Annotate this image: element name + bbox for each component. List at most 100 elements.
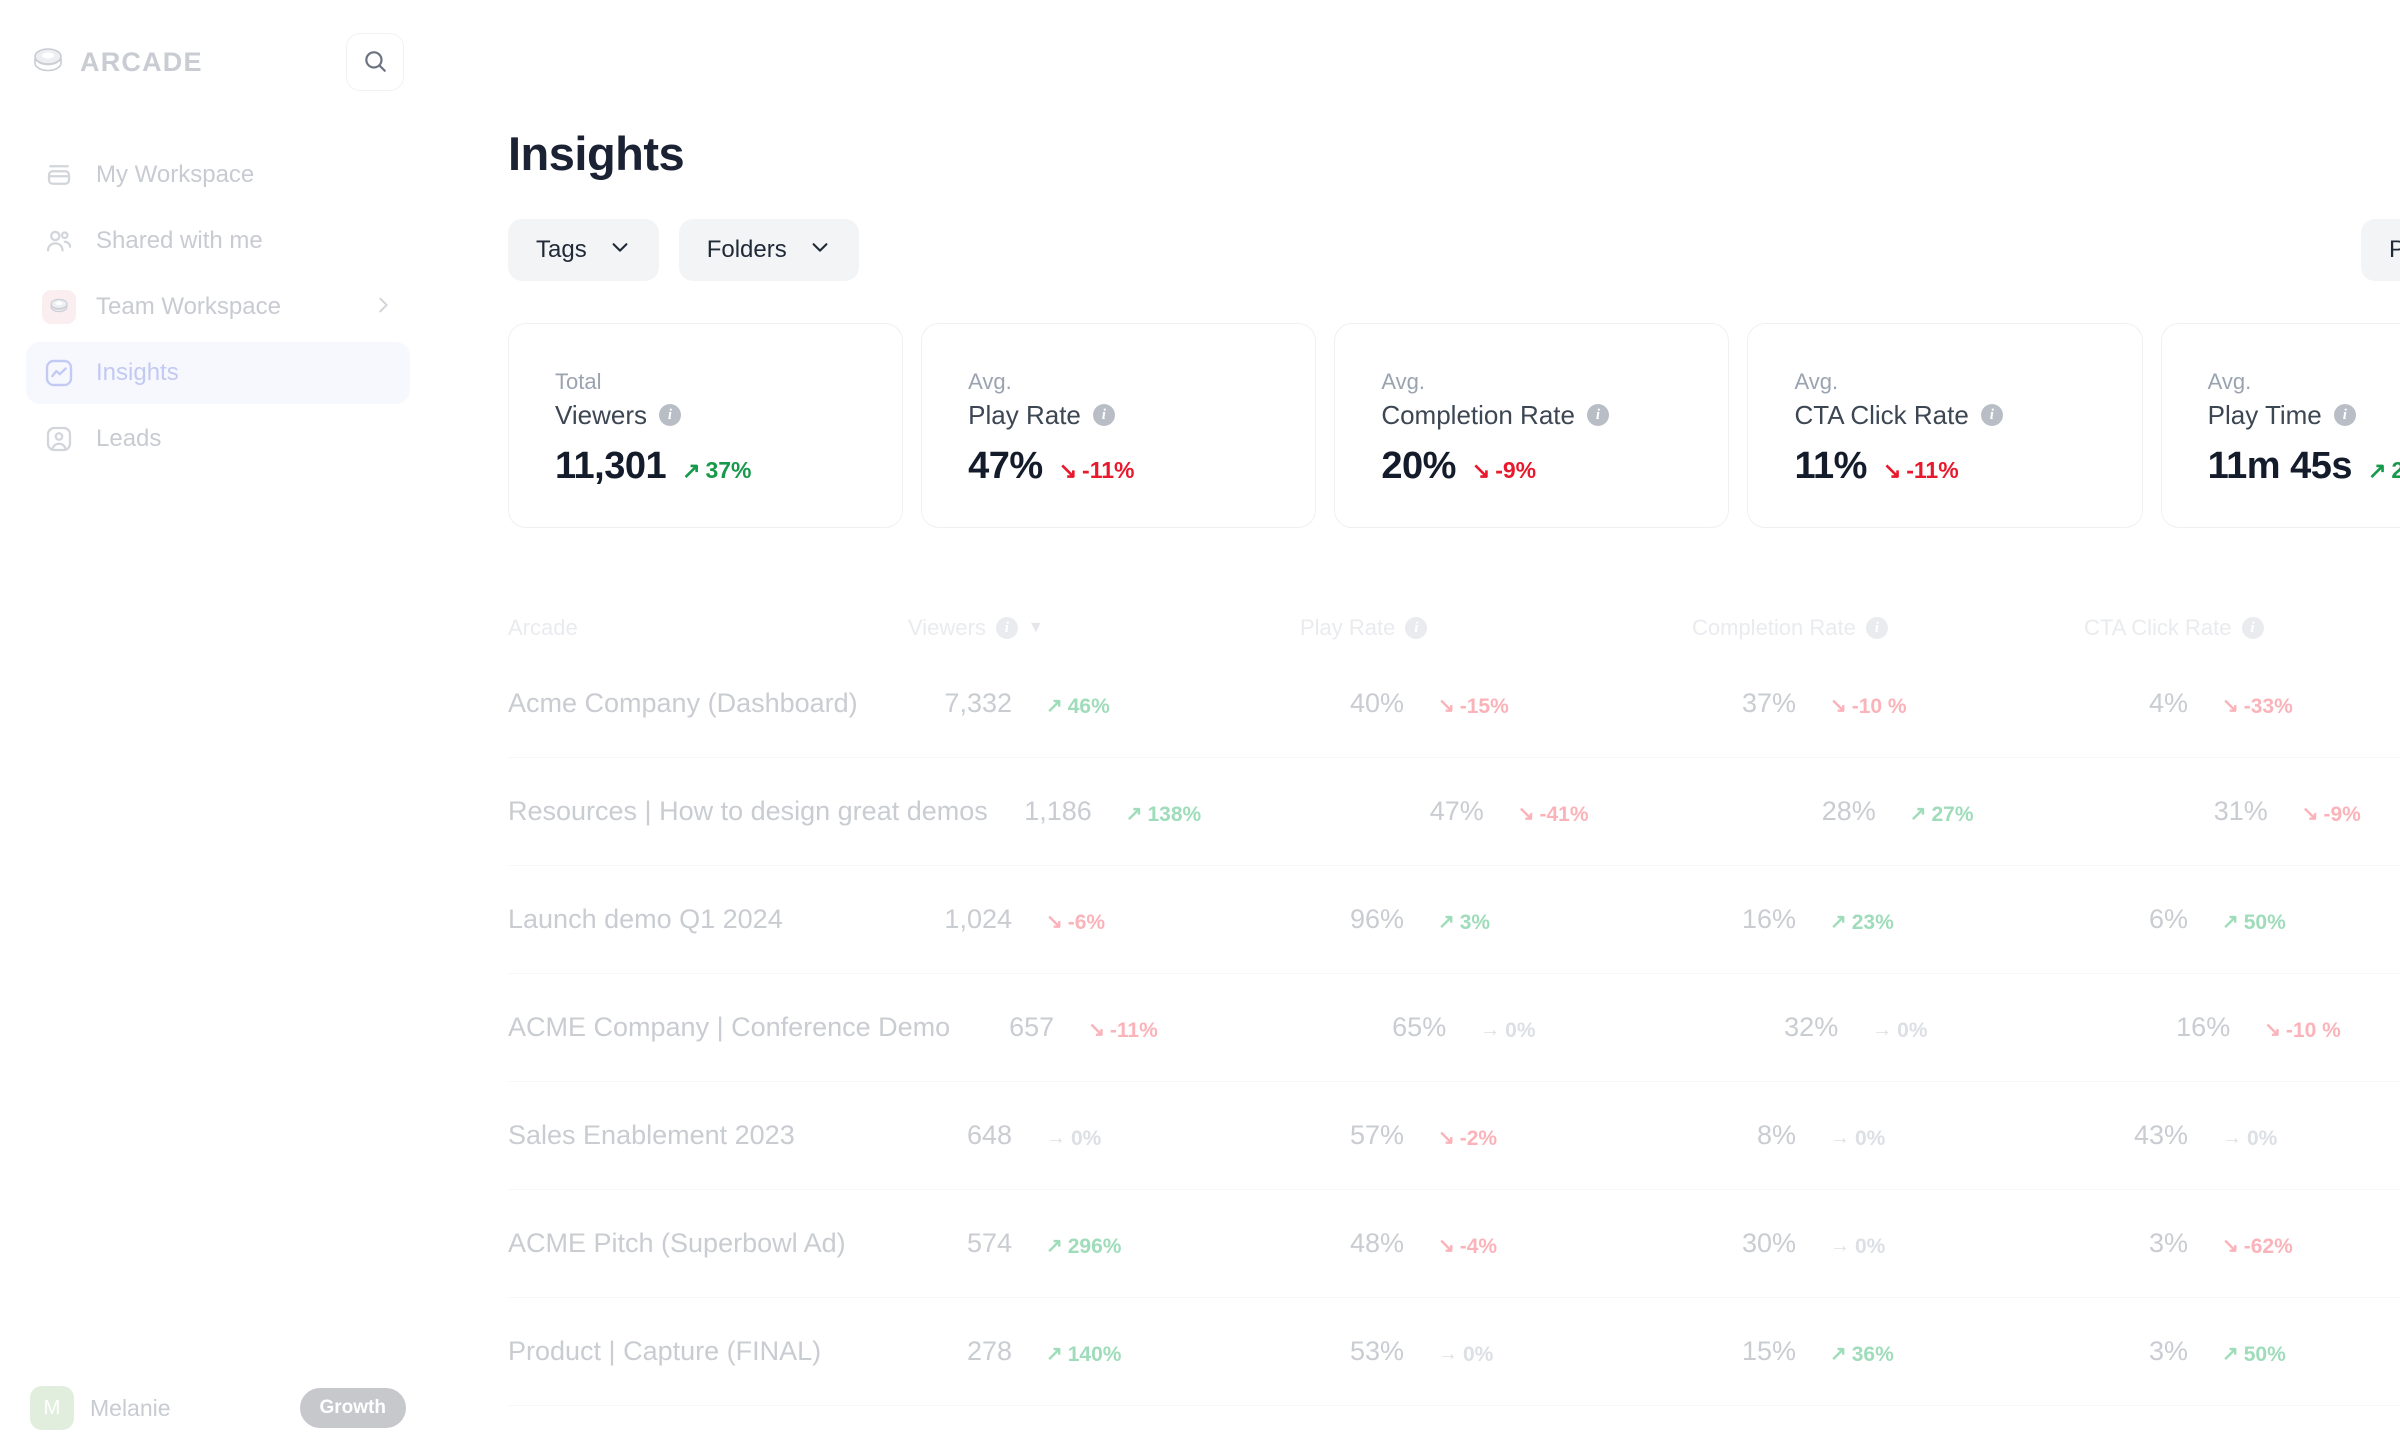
trend-down-arrow-icon: ↘ [1830, 695, 1847, 717]
table-column-header[interactable]: CTA Click Rate i [2084, 615, 2400, 641]
kpi-trend: ↗ 37% [682, 457, 751, 484]
metric-cell: 57% ↘ -2% [1300, 1120, 1692, 1151]
arcade-name[interactable]: Acme Company (Dashboard) [508, 688, 908, 719]
metric-cell: 31% ↘ -9% [2164, 796, 2400, 827]
metric-trend: ↘ -15% [1438, 695, 1509, 719]
kpi-value: 47% [968, 444, 1043, 487]
sidebar-item-leads[interactable]: Leads [26, 408, 410, 470]
tags-filter-label: Tags [536, 236, 587, 263]
date-range-label: Past 30d [2389, 236, 2400, 263]
chevron-right-icon[interactable] [372, 294, 394, 321]
metric-value: 16% [1741, 904, 1796, 934]
team-icon-wrapper [42, 290, 76, 324]
table-row[interactable]: Resources | How to design great demos 1,1… [508, 758, 2400, 866]
metric-trend: ↗ 50% [2222, 1343, 2286, 1367]
table-column-header[interactable]: Arcade [508, 615, 908, 641]
sidebar-user-footer[interactable]: M Melanie Growth [0, 1360, 436, 1456]
search-button[interactable] [346, 33, 404, 91]
column-header-label: CTA Click Rate [2084, 615, 2232, 640]
sidebar-item-shared-with-me[interactable]: Shared with me [26, 210, 410, 272]
column-header-label: Play Rate [1300, 615, 1396, 640]
metric-cell: 6% ↗ 50% [2084, 904, 2400, 935]
table-column-header[interactable]: Viewers i ▼ [908, 615, 1300, 641]
table-row[interactable]: Acme Company (Dashboard) 7,332 ↗ 46% 40% ↘ -15… [508, 650, 2400, 758]
metric-cell: 65% → 0% [1342, 1012, 1734, 1043]
kpi-subtitle: Avg. [1381, 369, 1425, 394]
info-icon[interactable]: i [2241, 617, 2264, 639]
filter-toolbar: Tags Folders Past 30d [508, 219, 2400, 281]
date-range-select[interactable]: Past 30d [2361, 219, 2400, 281]
brand[interactable]: ARCADE [30, 44, 203, 80]
metric-cell: 32% → 0% [1734, 1012, 2126, 1043]
trend-up-arrow-icon: ↗ [1438, 911, 1455, 933]
kpi-subtitle: Avg. [968, 369, 1012, 394]
table-row[interactable]: Product | Capture (FINAL) 278 ↗ 140% 53% → 0% 1… [508, 1298, 2400, 1406]
metric-value: 32% [1784, 1012, 1839, 1042]
metric-trend: ↗ 23% [1830, 911, 1894, 935]
metric-value: 30% [1741, 1228, 1796, 1258]
metric-value: 574 [966, 1228, 1012, 1258]
folders-filter-button[interactable]: Folders [678, 219, 859, 281]
info-icon[interactable]: i [659, 404, 682, 427]
sidebar-item-label: Leads [96, 425, 162, 452]
sidebar-item-label: Shared with me [96, 227, 263, 254]
metric-trend-value: 140% [1067, 1342, 1122, 1366]
tags-filter-button[interactable]: Tags [508, 219, 659, 281]
metric-trend: ↘ -33% [2222, 695, 2293, 719]
sidebar-item-team-workspace[interactable]: Team Workspace [26, 276, 410, 338]
column-header-label: Viewers [908, 615, 986, 640]
kpi-name-text: Completion Rate [1381, 399, 1575, 430]
sidebar-item-label: Team Workspace [96, 293, 281, 320]
metric-cell: 3% ↗ 50% [2084, 1336, 2400, 1367]
arcade-name[interactable]: Sales Enablement 2023 [508, 1120, 908, 1151]
caret-down-icon[interactable]: ▼ [1028, 619, 1044, 637]
info-icon[interactable]: i [1865, 617, 1888, 639]
trend-up-arrow-icon: ↗ [1830, 1343, 1847, 1365]
trend-down-arrow-icon: ↘ [1882, 457, 1902, 483]
trend-flat-arrow-icon: → [1830, 1235, 1850, 1257]
metric-value: 43% [2133, 1120, 2188, 1150]
info-icon[interactable]: i [1092, 404, 1115, 427]
metric-cell: 657 ↘ -11% [950, 1012, 1342, 1043]
metric-cell: 30% → 0% [1692, 1228, 2084, 1259]
sidebar-item-insights[interactable]: Insights [26, 342, 410, 404]
table-row[interactable]: Launch demo Q1 2024 1,024 ↘ -6% 96% ↗ 3% 16% ↗ 23… [508, 866, 2400, 974]
table-row[interactable]: ACME Company | Conference Demo 657 ↘ -11% 65… [508, 974, 2400, 1082]
insights-app: ARCADE My Workspace Shared with me Team … [0, 0, 2400, 1456]
arcade-name[interactable]: ACME Pitch (Superbowl Ad) [508, 1228, 908, 1259]
trend-flat-arrow-icon: → [1872, 1019, 1893, 1041]
metric-cell: 40% ↘ -15% [1300, 688, 1692, 719]
metric-cell: 96% ↗ 3% [1300, 904, 1692, 935]
kpi-value-row: 20% ↘ -9% [1381, 445, 1728, 488]
info-icon[interactable]: i [2333, 404, 2356, 427]
table-column-header[interactable]: Play Rate i [1300, 615, 1692, 641]
table-row[interactable]: ACME Pitch (Superbowl Ad) 574 ↗ 296% 48% ↘ -4%… [508, 1190, 2400, 1298]
kpi-name: Play Time i [2208, 398, 2400, 433]
info-icon[interactable]: i [995, 617, 1018, 639]
kpi-name: Play Rate i [968, 398, 1315, 433]
metric-cell: 648 → 0% [908, 1120, 1300, 1151]
metric-trend: ↘ -10 % [2264, 1019, 2341, 1043]
metric-value: 278 [966, 1336, 1012, 1366]
info-icon[interactable]: i [1586, 404, 1609, 427]
metric-value: 4% [2148, 688, 2188, 718]
metric-trend-value: -11% [1109, 1018, 1158, 1042]
metric-value: 7,332 [944, 688, 1012, 718]
sidebar-item-my-workspace[interactable]: My Workspace [26, 144, 410, 206]
metric-trend-value: 50% [2243, 910, 2286, 934]
arcade-name[interactable]: ACME Company | Conference Demo [508, 1012, 950, 1043]
metric-trend: ↗ 296% [1046, 1235, 1121, 1259]
arcade-name[interactable]: Resources | How to design great demos [508, 796, 988, 827]
metric-trend-value: -41% [1539, 802, 1589, 826]
table-column-header[interactable]: Completion Rate i [1692, 615, 2084, 641]
table-row[interactable]: Sales Enablement 2023 648 → 0% 57% ↘ -2% 8% → 0% 4… [508, 1082, 2400, 1190]
trend-down-arrow-icon: ↘ [1046, 911, 1063, 933]
info-icon[interactable]: i [1405, 617, 1428, 639]
metric-trend-value: 0% [1897, 1018, 1928, 1042]
metric-trend-value: 0% [1070, 1126, 1102, 1150]
kpi-subtitle: Avg. [1794, 369, 1839, 394]
info-icon[interactable]: i [1980, 404, 2003, 427]
arcade-name[interactable]: Launch demo Q1 2024 [508, 904, 908, 935]
arcade-name[interactable]: Product | Capture (FINAL) [508, 1336, 908, 1367]
metric-trend: → 0% [1480, 1019, 1535, 1043]
